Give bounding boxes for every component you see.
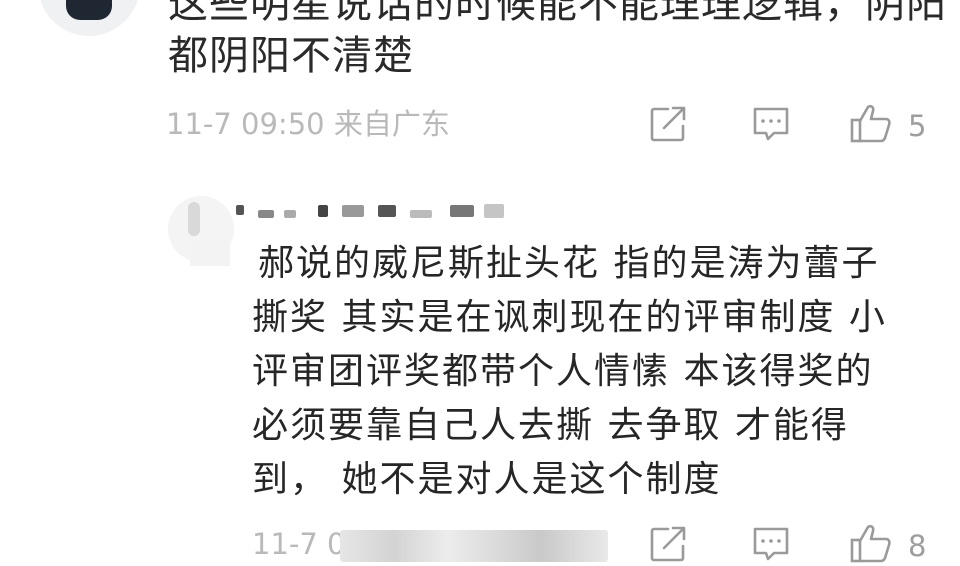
avatar-blur — [190, 240, 230, 266]
reply-text-line: 郝说的威尼斯扯头花 指的是涛为蕾子 — [258, 243, 880, 284]
share-icon[interactable] — [650, 526, 688, 562]
avatar[interactable] — [38, 0, 140, 36]
like-count: 5 — [908, 109, 927, 143]
reply-text-line: 必须要靠自己人去撕 去争取 才能得 — [252, 405, 849, 446]
reply-text-line: 评审团评奖都带个人情愫 本该得奖的 — [252, 351, 874, 392]
share-icon[interactable] — [650, 106, 688, 142]
comment-date: 11-7 09:50 — [166, 107, 325, 141]
reply-date: 11-7 0 — [252, 527, 346, 561]
comment-text-line: 都阴阳不清楚 — [168, 33, 414, 79]
thumbs-up-icon[interactable] — [850, 523, 892, 563]
like-count: 8 — [908, 529, 927, 563]
comment-meta: 11-7 09:50 来自广东 — [166, 104, 450, 144]
comment-icon[interactable] — [752, 526, 790, 562]
meta-blur — [340, 530, 608, 562]
comment-icon[interactable] — [752, 106, 790, 142]
reply-text-line: 撕奖 其实是在讽刺现在的评审制度 小 — [252, 297, 887, 338]
comment-location: 来自广东 — [333, 107, 450, 141]
reply-text-line: 到， 她不是对人是这个制度 — [252, 459, 722, 500]
thumbs-up-icon[interactable] — [850, 103, 892, 143]
